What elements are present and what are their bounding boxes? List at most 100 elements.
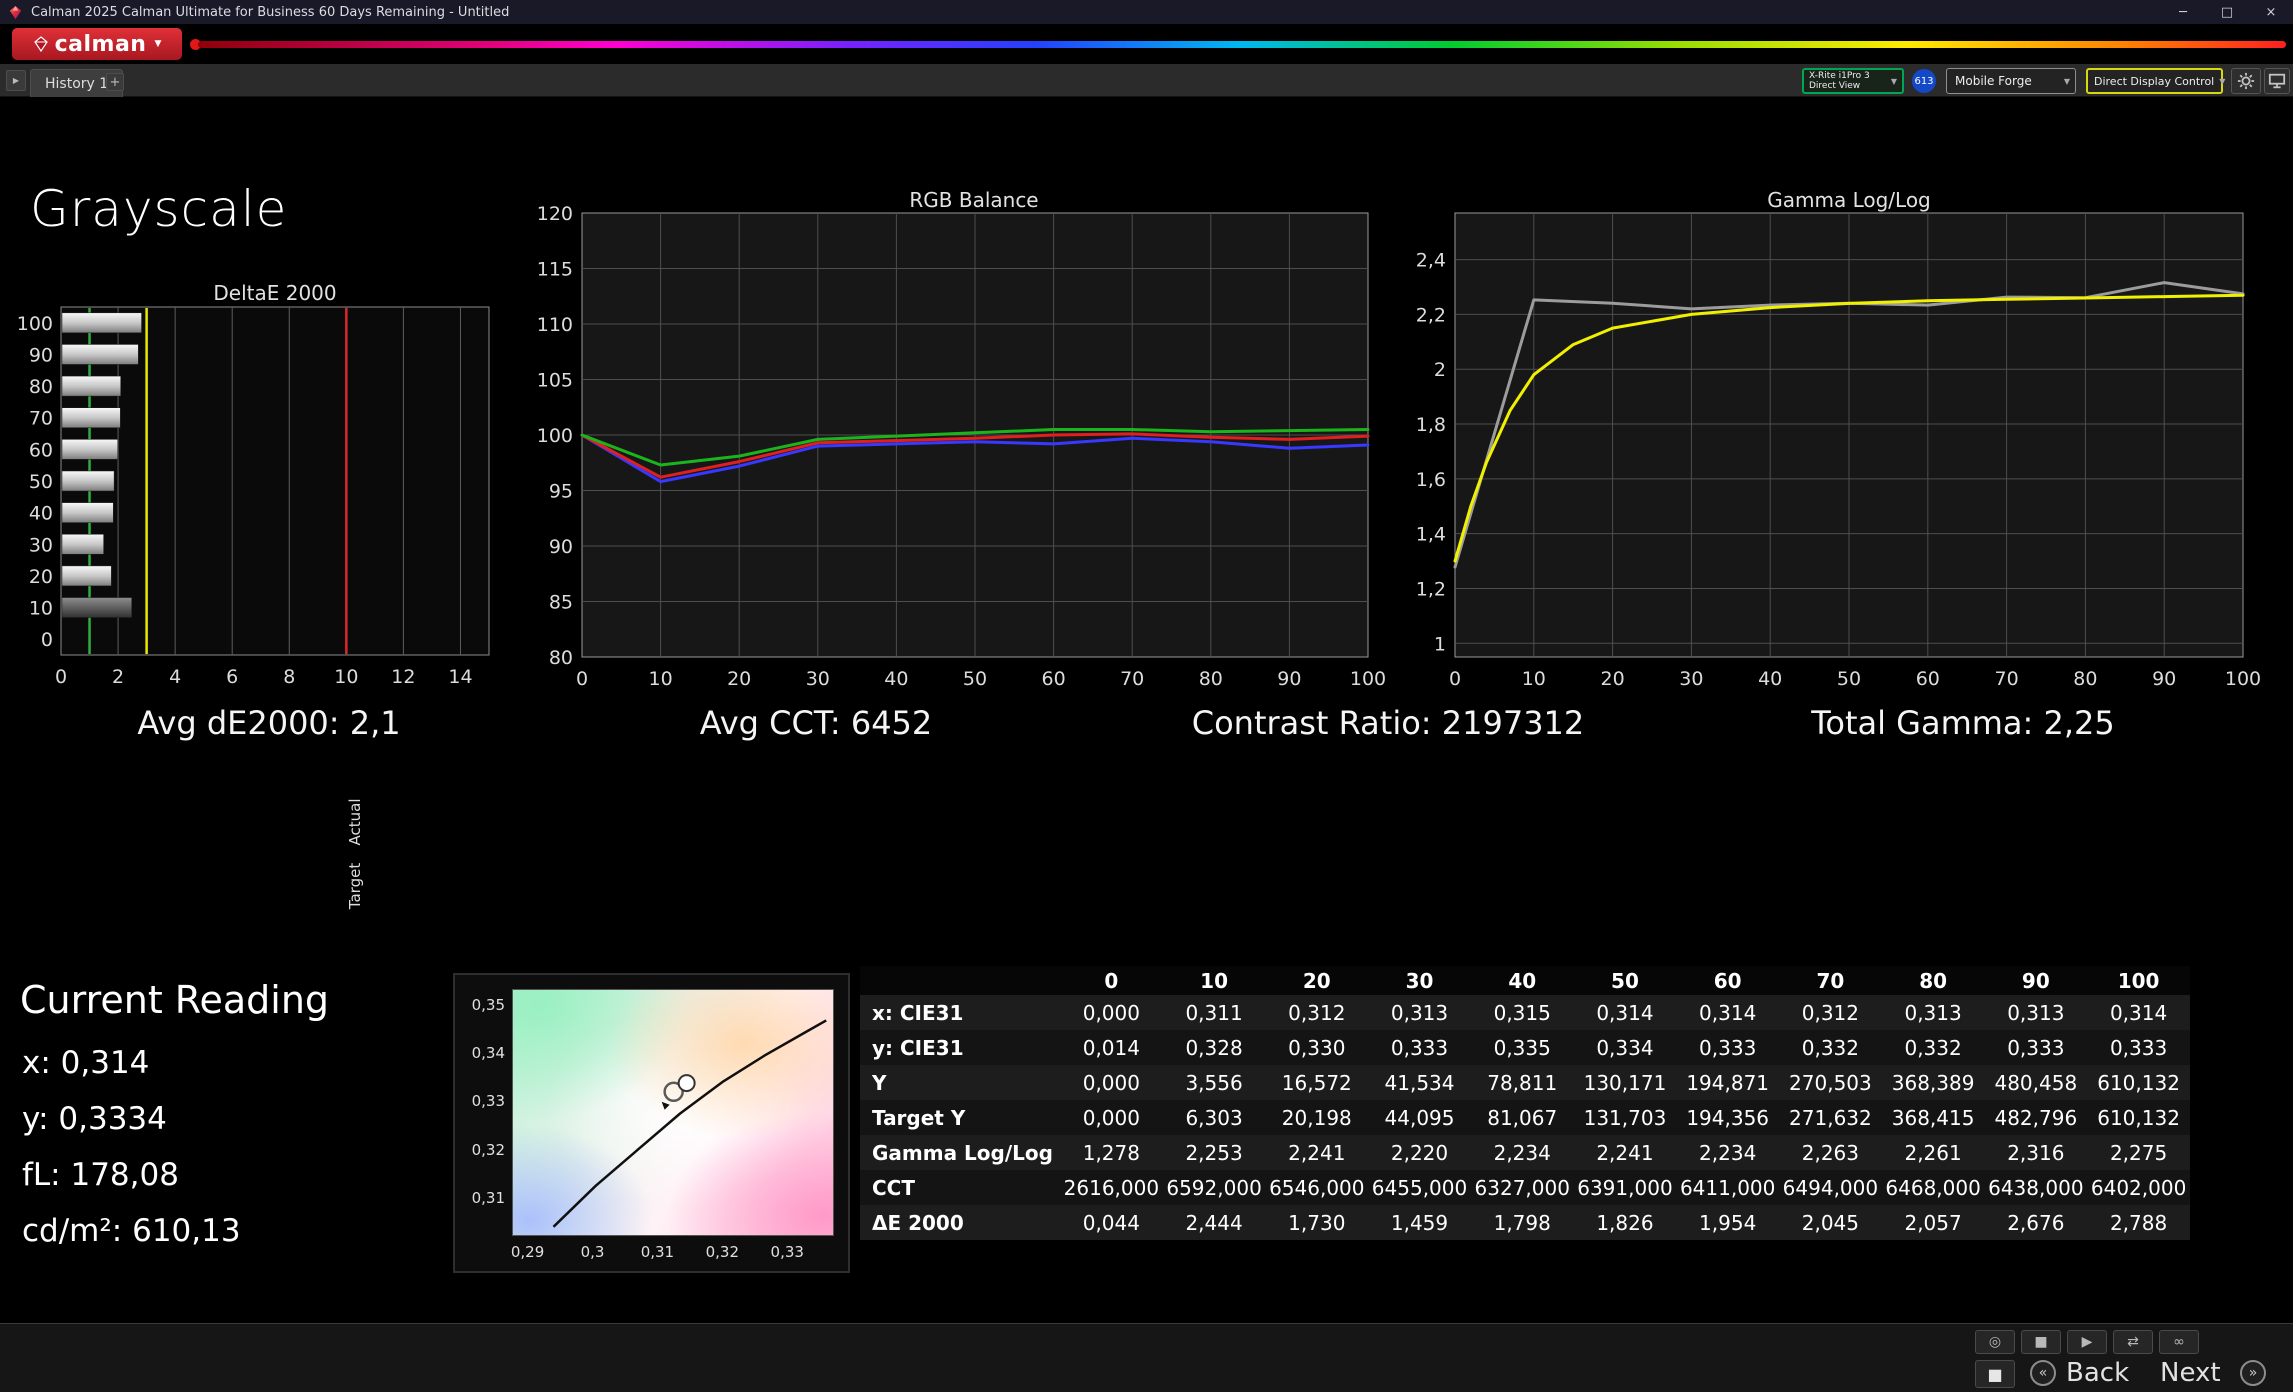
table-cell: 41,534 xyxy=(1384,1070,1455,1095)
cie-x-tick: 0,29 xyxy=(510,1243,545,1261)
delta-e-bar-100 xyxy=(61,312,142,334)
table-cell: 81,067 xyxy=(1487,1105,1558,1130)
table-cell: 2616,000 xyxy=(1063,1175,1160,1200)
table-cell: 0,314 xyxy=(1596,1000,1654,1025)
axis-tick-label: 8 xyxy=(283,666,295,688)
table-cell: 0,000 xyxy=(1082,1105,1140,1130)
profile-icon-button[interactable]: ◎ xyxy=(1975,1330,2015,1354)
table-cell: 6327,000 xyxy=(1474,1175,1570,1200)
table-cell: 2,241 xyxy=(1288,1140,1346,1165)
table-row: Target Y 0,000 6,303 20,198 44,095 81,067 131,… xyxy=(860,1100,2190,1135)
table-cell: 3,556 xyxy=(1185,1070,1243,1095)
delta-e-bar-60 xyxy=(61,439,119,460)
display-control-dropdown[interactable]: Direct Display Control ▼ xyxy=(2086,68,2225,94)
axis-tick-label: 2 xyxy=(1434,359,1446,381)
close-button[interactable]: × xyxy=(2249,0,2293,24)
axis-tick-label: 40 xyxy=(884,668,908,690)
next-button[interactable]: Next xyxy=(2160,1358,2221,1388)
table-cell: 0,312 xyxy=(1801,1000,1860,1025)
table-cell: 6391,000 xyxy=(1577,1175,1673,1200)
axis-tick-label: 120 xyxy=(537,203,573,225)
axis-tick-label: 90 xyxy=(549,536,573,558)
cie-y-tick: 0,31 xyxy=(471,1188,505,1207)
page-title: Grayscale xyxy=(30,180,288,238)
table-col-header-30: 30 xyxy=(1368,966,1471,995)
rainbow-gradient-bar xyxy=(198,41,2286,48)
table-cell: 1,798 xyxy=(1493,1210,1551,1235)
table-col-header-20: 20 xyxy=(1265,966,1369,995)
delta-e-bar-40 xyxy=(61,502,114,523)
table-cell: 0,312 xyxy=(1288,1000,1346,1025)
table-cell: 2,316 xyxy=(2007,1140,2065,1165)
table-cell: 6468,000 xyxy=(1885,1175,1981,1200)
table-cell: 1,278 xyxy=(1082,1140,1140,1165)
table-row-label: Gamma Log/Log xyxy=(872,1140,1053,1165)
next-icon[interactable]: » xyxy=(2240,1360,2266,1386)
calman-menu-button[interactable]: calman ▼ xyxy=(12,28,182,60)
add-tab-button[interactable]: + xyxy=(106,73,124,91)
table-cell: 0,014 xyxy=(1082,1035,1140,1060)
loop-button[interactable]: ∞ xyxy=(2159,1330,2199,1354)
table-col-header-0: 0 xyxy=(1060,966,1163,995)
table-cell: 0,332 xyxy=(1801,1035,1860,1060)
minimize-button[interactable]: ─ xyxy=(2161,0,2205,24)
workspace-layout-button[interactable] xyxy=(2264,68,2290,94)
stop-button[interactable]: ■ xyxy=(2021,1330,2061,1354)
axis-tick-label: 80 xyxy=(549,647,573,669)
table-cell: 0,000 xyxy=(1082,1000,1140,1025)
chevron-down-icon: ▼ xyxy=(2219,76,2226,86)
axis-tick-label: 100 xyxy=(1350,668,1386,690)
planckian-locus xyxy=(552,1019,827,1228)
history-expander-button[interactable]: ▶ xyxy=(6,70,26,91)
table-cell: 2,263 xyxy=(1801,1140,1860,1165)
table-row-label: CCT xyxy=(872,1175,915,1200)
axis-tick-label: 70 xyxy=(29,408,53,430)
axis-tick-label: 110 xyxy=(537,314,573,336)
axis-tick-label: 115 xyxy=(537,259,573,281)
table-cell: 2,234 xyxy=(1493,1140,1551,1165)
table-cell: 44,095 xyxy=(1384,1105,1455,1130)
axis-tick-label: 30 xyxy=(1679,668,1703,690)
reading-cdm2: cd/m²: 610,13 xyxy=(22,1213,241,1249)
delta-e-bar-90 xyxy=(61,344,139,365)
cie-y-tick: 0,32 xyxy=(471,1140,505,1159)
delta-e-bar-70 xyxy=(61,407,121,428)
axis-tick-label: 30 xyxy=(29,534,53,556)
meter-select-dropdown[interactable]: X-Rite i1Pro 3 Direct View ▼ xyxy=(1802,68,1904,94)
gamma-line-chart: 0 10 20 30 40 50 60 70 80 90 100 1 1,2 1,4 1,6 1,8 2 2,2 2… xyxy=(1416,212,2261,690)
table-cell: 0,314 xyxy=(1699,1000,1757,1025)
table-cell: 6494,000 xyxy=(1782,1175,1879,1200)
table-cell: 0,333 xyxy=(2109,1035,2168,1060)
pattern-window-button[interactable]: ■ xyxy=(1975,1360,2015,1388)
pattern-strip: 0102030405060708090100 xyxy=(0,1323,2293,1392)
axis-tick-label: 1,8 xyxy=(1416,414,1446,436)
maximize-button[interactable]: □ xyxy=(2205,0,2249,24)
back-icon[interactable]: « xyxy=(2030,1360,2056,1386)
axis-tick-label: 80 xyxy=(29,376,53,398)
source-select-dropdown[interactable]: Mobile Forge ▼ xyxy=(1946,68,2076,94)
table-cell: 1,459 xyxy=(1390,1210,1449,1235)
table-cell: 0,332 xyxy=(1904,1035,1962,1060)
reading-y: y: 0,3334 xyxy=(22,1101,167,1137)
table-cell: 610,132 xyxy=(2097,1105,2180,1130)
calman-brand-label: calman xyxy=(54,31,147,57)
table-cell: 131,703 xyxy=(1583,1105,1667,1130)
back-button[interactable]: Back xyxy=(2066,1358,2129,1388)
stat-contrast-ratio: Contrast Ratio: 2197312 xyxy=(1191,704,1585,742)
axis-tick-label: 100 xyxy=(17,313,53,335)
settings-button[interactable] xyxy=(2231,68,2261,94)
axis-tick-label: 1,6 xyxy=(1416,469,1446,491)
logo-bar: calman ▼ xyxy=(0,24,2293,64)
axis-tick-label: 50 xyxy=(1837,668,1861,690)
axis-tick-label: 85 xyxy=(549,592,573,614)
delta-e-bar-chart: 0 2 4 6 8 10 12 141009080706050403020100 xyxy=(17,306,490,688)
reading-x: x: 0,314 xyxy=(22,1045,150,1081)
table-cell: 0,313 xyxy=(2007,1000,2065,1025)
continuous-read-button[interactable]: ⇄ xyxy=(2113,1330,2153,1354)
table-cell: 2,261 xyxy=(1904,1140,1962,1165)
axis-tick-label: 2,4 xyxy=(1416,250,1446,272)
play-button[interactable]: ▶ xyxy=(2067,1330,2107,1354)
axis-tick-label: 0 xyxy=(41,629,53,651)
actual-marker xyxy=(677,1074,696,1093)
meter-count-badge: 613 xyxy=(1912,69,1936,93)
